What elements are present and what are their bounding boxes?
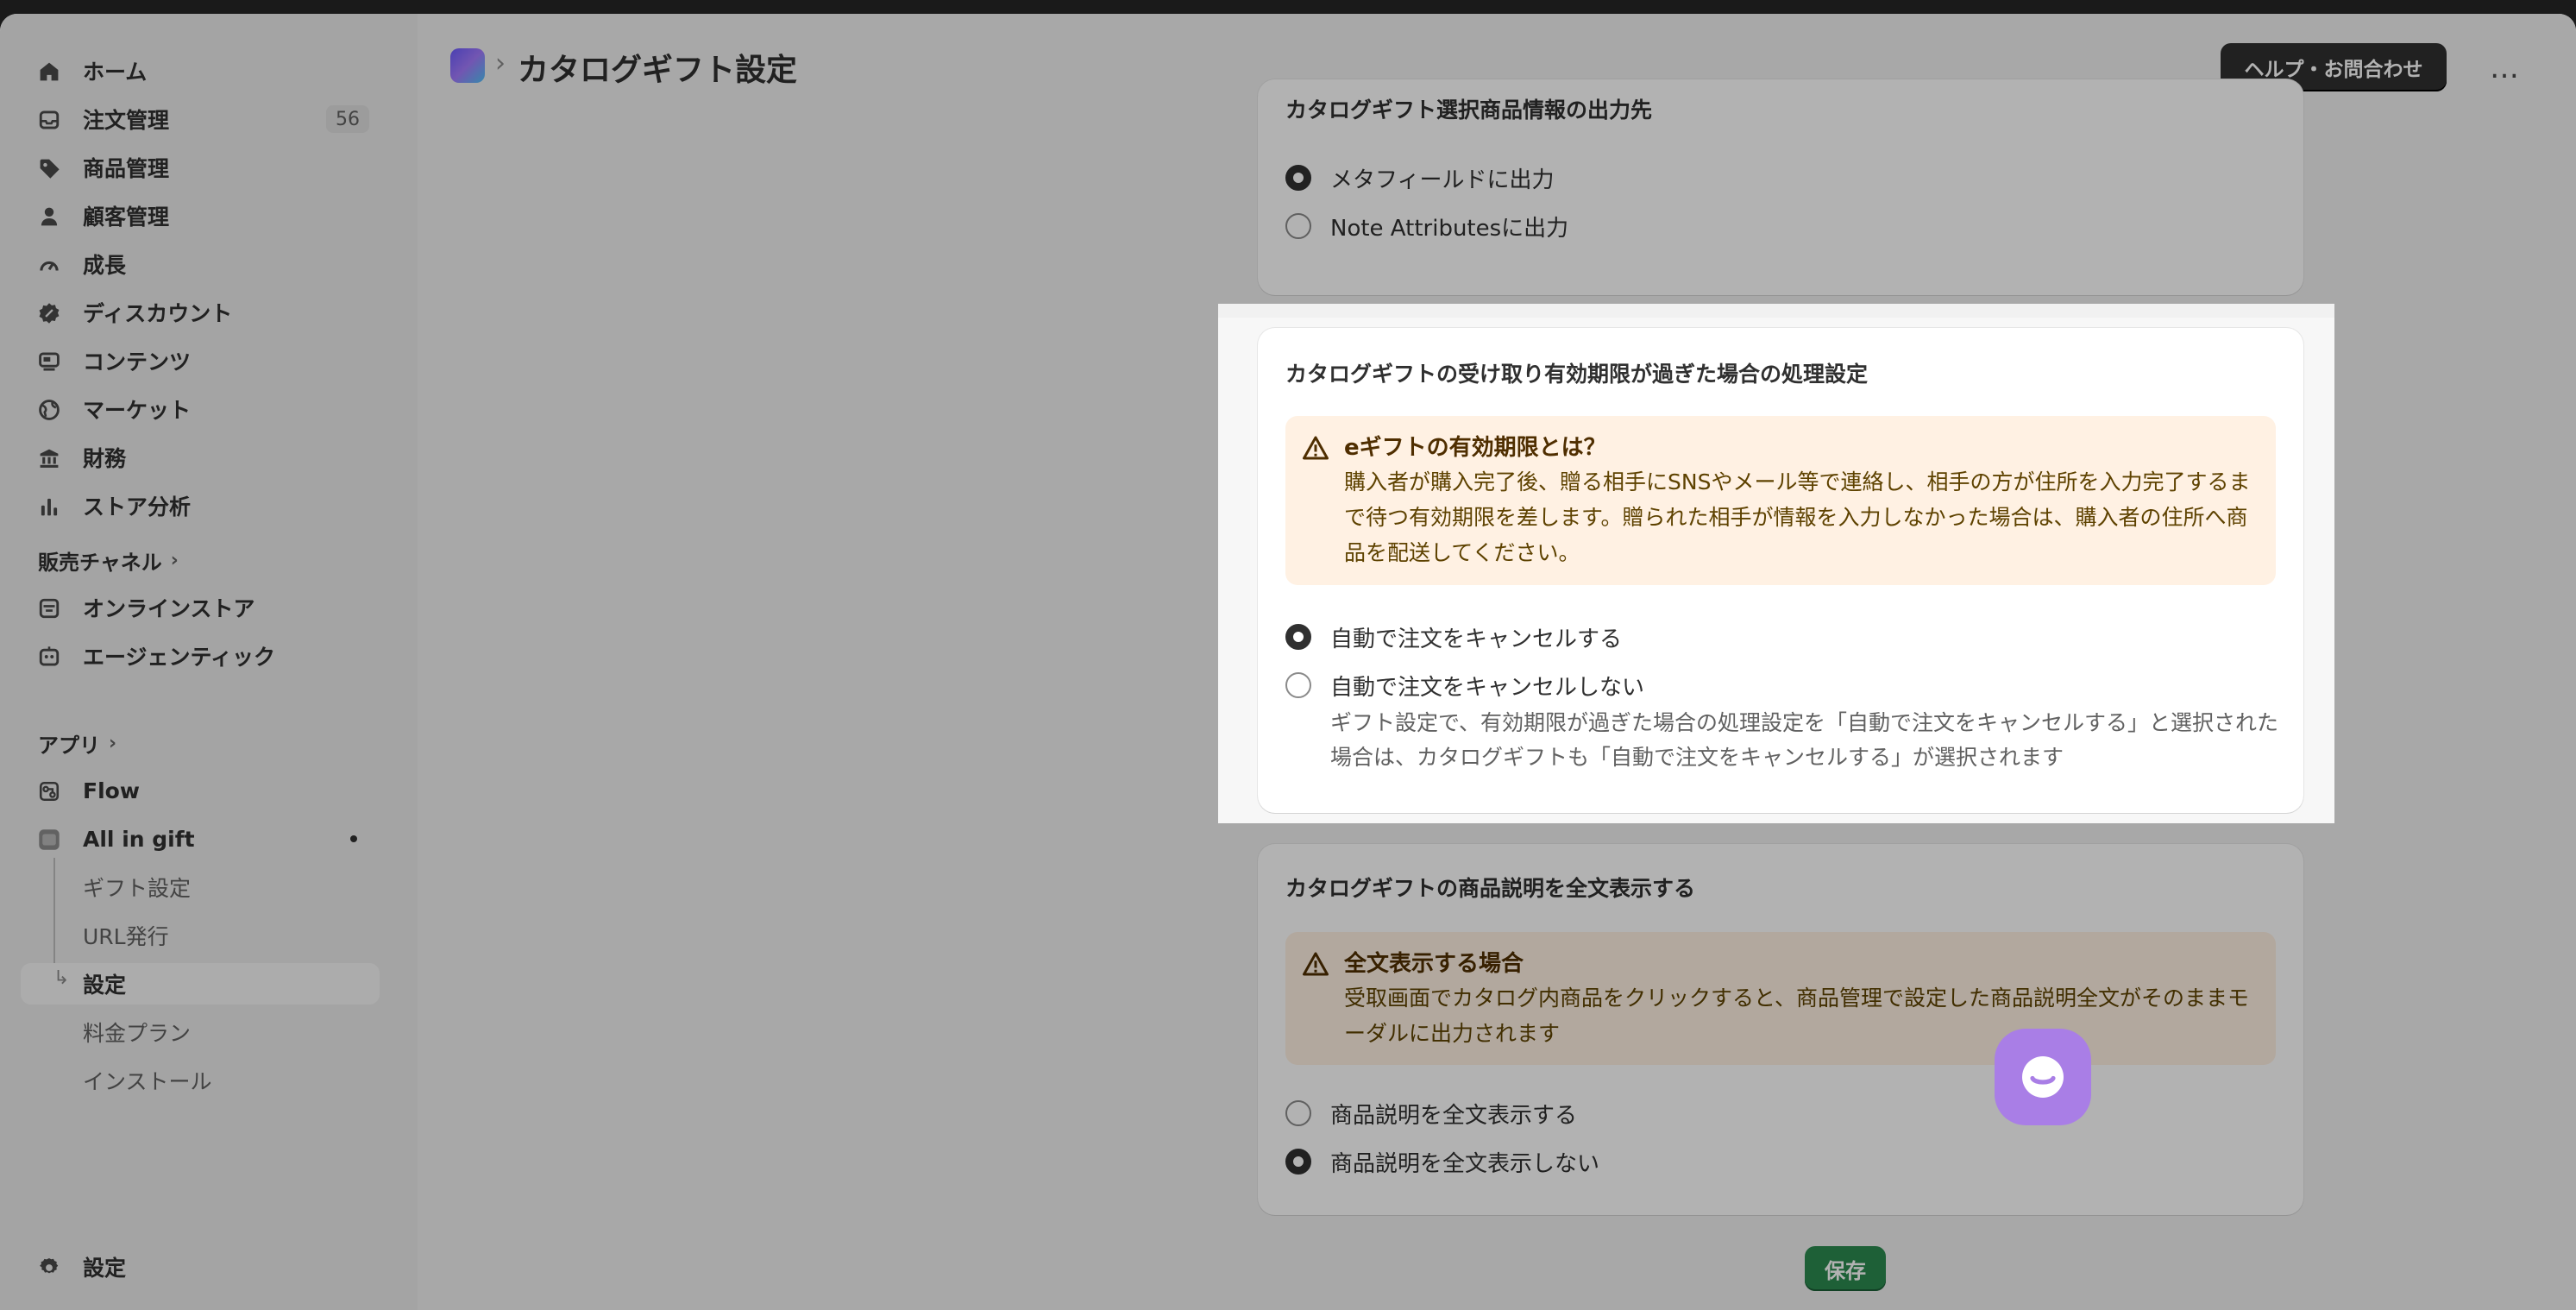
radio-button[interactable] [1285, 624, 1311, 650]
banner-title: eギフトの有効期限とは？ [1344, 435, 1606, 461]
expiry-handling-card: カタログギフトの受け取り有効期限が過ぎた場合の処理設定 eギフトの有効期限とは？… [1258, 328, 2303, 813]
chat-icon [2022, 1056, 2064, 1098]
banner-body: 購入者が購入完了後、贈る相手にSNSやメール等で連絡し、相手の方が住所を入力完了… [1344, 469, 2251, 565]
card-title: カタログギフトの受け取り有効期限が過ぎた場合の処理設定 [1285, 362, 1869, 387]
chat-launcher-button[interactable] [1995, 1029, 2091, 1125]
option-help-text: ギフト設定で、有効期限が過ぎた場合の処理設定を「自動で注文をキャンセルする」と選… [1330, 710, 2279, 770]
overlay-dim-bottom [0, 823, 2576, 1310]
expiry-info-banner: eギフトの有効期限とは？ 購入者が購入完了後、贈る相手にSNSやメール等で連絡し… [1285, 416, 2276, 585]
radio-label: 自動で注文をキャンセルする [1330, 626, 1623, 652]
overlay-dim-top [0, 14, 2576, 304]
overlay-dim-left [0, 304, 1218, 823]
radio-option-no-auto-cancel[interactable]: 自動で注文をキャンセルしない [1285, 670, 1644, 701]
app-window: ホーム 注文管理 56 商品管理 顧客管理 成長 ディスカウント コンテンツ マ… [0, 14, 2576, 1310]
radio-button[interactable] [1285, 672, 1311, 698]
radio-label: 自動で注文をキャンセルしない [1330, 674, 1645, 701]
warning-icon [1303, 436, 1329, 460]
overlay-dim-right [2334, 304, 2576, 823]
radio-option-auto-cancel[interactable]: 自動で注文をキャンセルする [1285, 621, 1622, 652]
